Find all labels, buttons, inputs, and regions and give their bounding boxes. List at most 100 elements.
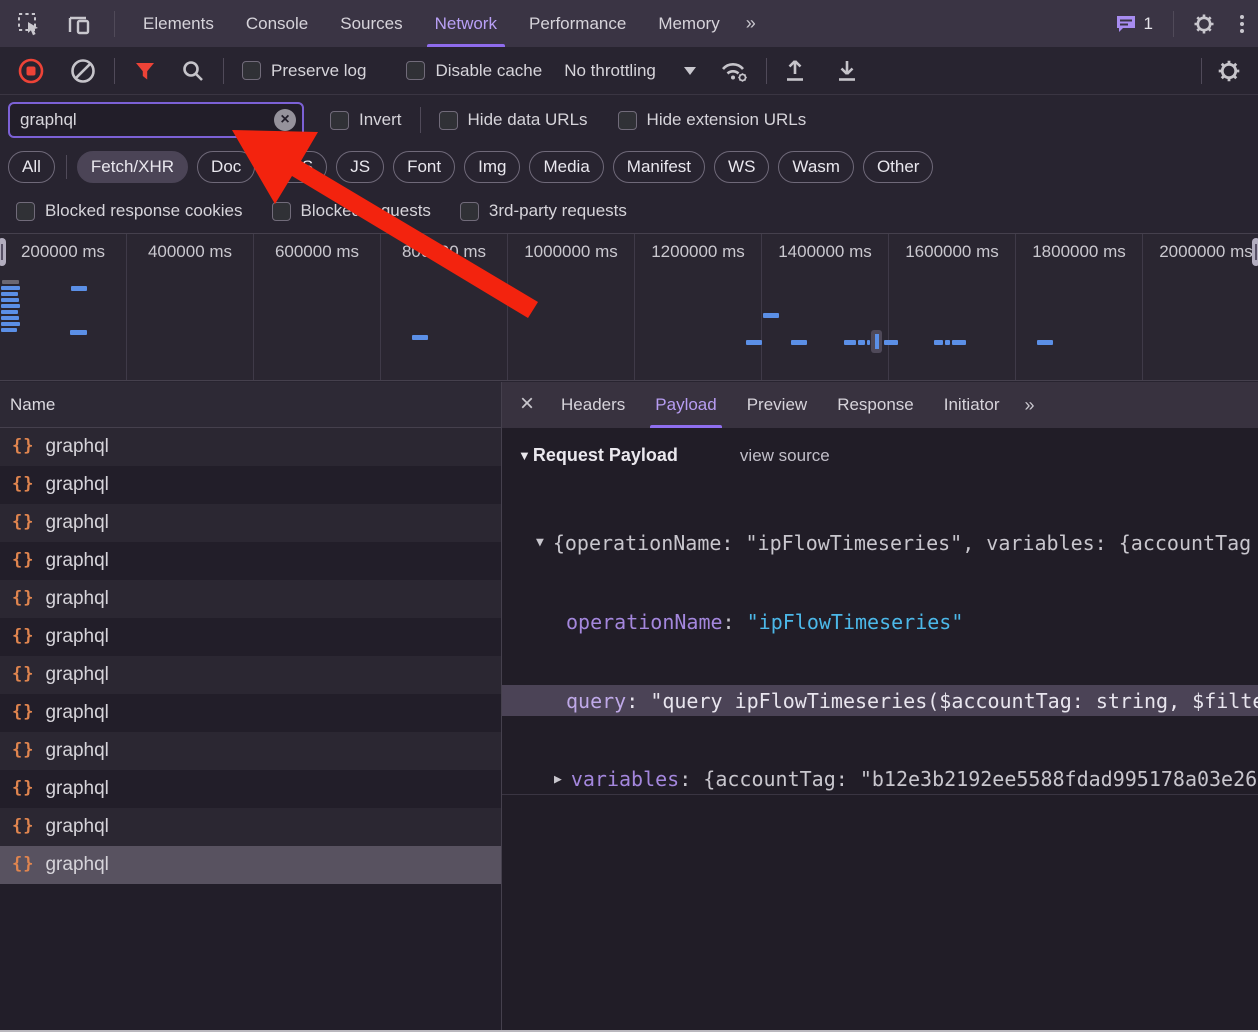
throttling-select[interactable]: No throttling (564, 61, 696, 81)
payload-preview-line[interactable]: ▼{operationName: "ipFlowTimeseries", var… (502, 527, 1258, 558)
request-row-graphql[interactable]: {}graphql (0, 656, 501, 694)
record-network-log-button[interactable] (18, 58, 44, 84)
chip-font[interactable]: Font (393, 151, 455, 183)
request-name: graphql (45, 626, 108, 648)
third-party-requests-checkbox[interactable] (460, 202, 479, 221)
collapsed-triangle-icon: ▶ (554, 772, 562, 787)
detail-tab-response[interactable]: Response (822, 382, 929, 428)
request-row-graphql[interactable]: {}graphql (0, 694, 501, 732)
waterfall-request-bar (1, 328, 17, 332)
request-row-graphql[interactable]: {}graphql (0, 770, 501, 808)
request-name: graphql (45, 816, 108, 838)
chip-separator (66, 155, 67, 179)
hide-extension-urls-group: Hide extension URLs (618, 110, 807, 130)
disable-cache-label: Disable cache (435, 61, 542, 81)
network-overview-timeline[interactable]: 200000 ms400000 ms600000 ms800000 ms1000… (0, 233, 1258, 381)
timeline-left-grip[interactable] (0, 238, 6, 266)
request-row-graphql[interactable]: {}graphql (0, 846, 501, 884)
request-row-graphql[interactable]: {}graphql (0, 542, 501, 580)
tab-network[interactable]: Network (419, 0, 513, 47)
timeline-right-grip[interactable] (1252, 238, 1258, 266)
network-conditions-button[interactable] (718, 58, 750, 84)
tab-elements[interactable]: Elements (127, 0, 230, 47)
chip-ws[interactable]: WS (714, 151, 769, 183)
settings-button[interactable] (1182, 12, 1226, 36)
preserve-log-checkbox[interactable] (242, 61, 261, 80)
tab-memory[interactable]: Memory (642, 0, 735, 47)
blocked-response-cookies-label: Blocked response cookies (45, 201, 243, 221)
detail-tab-headers[interactable]: Headers (546, 382, 640, 428)
name-column-header[interactable]: Name (0, 382, 501, 428)
detail-tab-preview[interactable]: Preview (732, 382, 822, 428)
more-detail-tabs-button[interactable]: » (1015, 395, 1047, 416)
waterfall-request-bar (844, 340, 856, 345)
request-row-graphql[interactable]: {}graphql (0, 466, 501, 504)
device-toolbar-button[interactable] (52, 11, 102, 37)
tab-performance[interactable]: Performance (513, 0, 642, 47)
chip-all[interactable]: All (8, 151, 55, 183)
chip-manifest[interactable]: Manifest (613, 151, 705, 183)
waterfall-request-bar (791, 340, 807, 345)
chip-media[interactable]: Media (529, 151, 603, 183)
close-detail-button[interactable]: × (514, 390, 546, 420)
request-row-graphql[interactable]: {}graphql (0, 428, 501, 466)
invert-checkbox[interactable] (330, 111, 349, 130)
disable-cache-checkbox[interactable] (406, 61, 425, 80)
chip-other[interactable]: Other (863, 151, 934, 183)
request-name: graphql (45, 664, 108, 686)
filter-input[interactable] (10, 110, 274, 130)
hide-extension-urls-checkbox[interactable] (618, 111, 637, 130)
chip-wasm[interactable]: Wasm (778, 151, 854, 183)
tab-sources[interactable]: Sources (324, 0, 418, 47)
issues-counter[interactable]: 1 (1103, 14, 1165, 34)
timeline-tick-label: 2000000 ms (1143, 234, 1258, 380)
waterfall-request-bar (952, 340, 966, 345)
import-har-button[interactable] (783, 58, 807, 84)
search-button[interactable] (181, 59, 205, 83)
blocked-response-cookies-checkbox[interactable] (16, 202, 35, 221)
hide-data-urls-checkbox[interactable] (439, 111, 458, 130)
more-tabs-button[interactable]: » (736, 13, 768, 34)
request-name: graphql (45, 474, 108, 496)
third-party-requests-label: 3rd-party requests (489, 201, 627, 221)
request-row-graphql[interactable]: {} graphql (0, 808, 501, 846)
waterfall-request-bar (1, 298, 19, 302)
export-har-button[interactable] (835, 58, 859, 84)
filter-funnel-icon (133, 59, 157, 83)
blocked-requests-group: Blocked requests (272, 201, 431, 221)
json-braces-icon: {} (12, 816, 34, 836)
timeline-tick-label: 1000000 ms (508, 234, 635, 380)
request-row-graphql[interactable]: {}graphql (0, 732, 501, 770)
invert-checkbox-group: Invert (330, 110, 402, 130)
json-braces-icon: {} (12, 626, 34, 646)
inspect-element-button[interactable] (0, 11, 52, 37)
waterfall-request-bar (1, 322, 20, 326)
waterfall-request-bar (1, 292, 18, 296)
request-row-graphql[interactable]: {} graphql (0, 618, 501, 656)
view-source-link[interactable]: view source (740, 446, 830, 466)
message-bubble-icon (1115, 14, 1137, 34)
clear-filter-icon[interactable]: × (274, 109, 296, 131)
detail-tab-payload[interactable]: Payload (640, 382, 731, 428)
blocked-requests-checkbox[interactable] (272, 202, 291, 221)
request-row-graphql[interactable]: {}graphql (0, 580, 501, 618)
tab-console[interactable]: Console (230, 0, 324, 47)
chip-css[interactable]: CSS (264, 151, 327, 183)
chip-fetch-xhr[interactable]: Fetch/XHR (77, 151, 188, 183)
network-settings-button[interactable] (1216, 58, 1242, 84)
detail-tab-initiator[interactable]: Initiator (929, 382, 1015, 428)
waterfall-request-bar (934, 340, 943, 345)
payload-query-row[interactable]: query: "query ipFlowTimeseries($accountT… (502, 685, 1258, 716)
request-row-graphql[interactable]: {}graphql (0, 504, 501, 542)
clear-network-log-button[interactable] (70, 58, 96, 84)
chip-js[interactable]: JS (336, 151, 384, 183)
chip-doc[interactable]: Doc (197, 151, 255, 183)
filter-toggle-button[interactable] (133, 59, 157, 83)
download-icon (835, 58, 859, 84)
more-options-button[interactable] (1226, 15, 1258, 33)
waterfall-request-bar (884, 340, 898, 345)
payload-operation-name-row[interactable]: operationName: "ipFlowTimeseries" (502, 606, 1258, 637)
request-payload-section-header[interactable]: ▼ Request Payload view source (518, 445, 1258, 466)
payload-variables-row[interactable]: ▶variables: {accountTag: "b12e3b2192ee55… (502, 764, 1258, 795)
chip-img[interactable]: Img (464, 151, 520, 183)
